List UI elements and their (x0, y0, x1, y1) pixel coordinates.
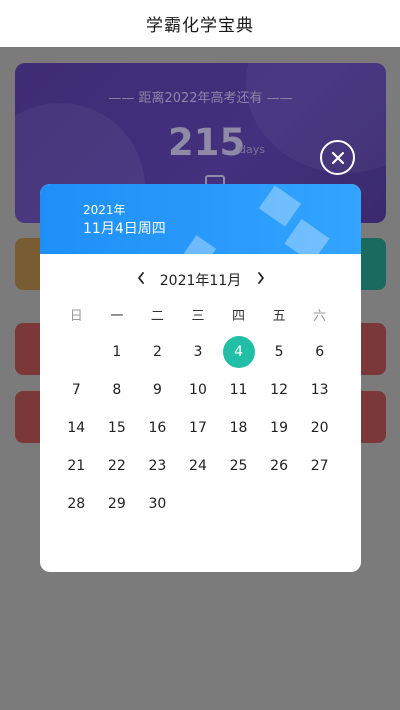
month-label: 2021年11月 (159, 273, 242, 289)
month-navigation: 2021年11月 (40, 268, 361, 290)
chevron-right-icon (258, 272, 264, 284)
day-number: 28 (67, 496, 86, 512)
decor-square (284, 218, 330, 254)
day-cell[interactable]: 18 (218, 409, 259, 447)
chevron-left-icon (138, 272, 144, 284)
day-cell[interactable]: 15 (97, 409, 138, 447)
day-cell[interactable]: 2 (137, 333, 178, 371)
empty-cell (259, 485, 300, 523)
day-cell[interactable]: 29 (97, 485, 138, 523)
day-cell[interactable]: 21 (56, 447, 97, 485)
day-cell[interactable]: 27 (299, 447, 340, 485)
countdown-days-value: 215 (168, 121, 246, 164)
day-number: 3 (193, 344, 203, 360)
calendar-grid: 1 2 3 4 5 6 7 8 9 10 11 12 13 14 15 16 17 18 19 20 21 22 23 24 2… (56, 333, 340, 523)
day-number: 12 (270, 382, 288, 398)
countdown-days-unit: days (239, 143, 265, 156)
next-month-button[interactable] (253, 269, 269, 287)
day-number: 1 (112, 344, 122, 360)
weekday-label: 四 (232, 309, 246, 324)
day-cell[interactable]: 24 (178, 447, 219, 485)
day-cell[interactable]: 30 (137, 485, 178, 523)
day-number: 20 (310, 420, 329, 436)
prev-month-button[interactable] (133, 269, 149, 287)
day-number: 5 (274, 344, 284, 360)
day-number: 14 (67, 420, 86, 436)
decor-square (258, 185, 302, 227)
weekday-label: 五 (272, 309, 286, 324)
empty-cell (299, 485, 340, 523)
dialog-header: 2021年 11月4日周四 (40, 184, 361, 254)
day-number: 13 (310, 382, 329, 398)
empty-cell (178, 485, 219, 523)
day-cell[interactable]: 14 (56, 409, 97, 447)
day-number: 29 (107, 496, 126, 512)
weekday-label: 日 (69, 309, 83, 324)
day-cell[interactable]: 19 (259, 409, 300, 447)
weekday-label: 六 (313, 309, 327, 324)
day-number: 7 (71, 382, 81, 398)
day-cell[interactable]: 17 (178, 409, 219, 447)
day-number: 16 (148, 420, 167, 436)
day-cell[interactable]: 1 (97, 333, 138, 371)
empty-cell (218, 485, 259, 523)
day-cell[interactable]: 9 (137, 371, 178, 409)
day-cell[interactable]: 22 (97, 447, 138, 485)
day-cell[interactable]: 16 (137, 409, 178, 447)
day-cell[interactable]: 3 (178, 333, 219, 371)
day-number: 24 (189, 458, 207, 474)
day-cell[interactable]: 28 (56, 485, 97, 523)
day-cell[interactable]: 5 (259, 333, 300, 371)
day-number: 11 (229, 382, 248, 398)
day-number: 10 (189, 382, 207, 398)
day-number: 9 (152, 382, 162, 398)
day-cell[interactable]: 20 (299, 409, 340, 447)
countdown-caption: —— 距离2022年高考还有 —— (108, 91, 293, 106)
day-number: 8 (112, 382, 122, 398)
day-cell[interactable]: 8 (97, 371, 138, 409)
date-picker-dialog: 2021年 11月4日周四 2021年11月 日一二三四五六 123456789… (40, 184, 361, 572)
decor-square (183, 235, 217, 254)
day-number: 23 (148, 458, 167, 474)
day-number: 4 (222, 336, 255, 368)
weekday-label: 一 (110, 309, 124, 324)
day-cell[interactable]: 7 (56, 371, 97, 409)
close-icon (331, 151, 344, 164)
day-number: 18 (229, 420, 248, 436)
day-number: 26 (270, 458, 288, 474)
day-cell[interactable]: 4 (218, 333, 259, 371)
day-cell[interactable]: 12 (259, 371, 300, 409)
day-cell[interactable]: 6 (299, 333, 340, 371)
app-header: 学霸化学宝典 (0, 0, 400, 47)
weekday-header: 日一二三四五六 (56, 305, 340, 325)
empty-cell (56, 333, 97, 371)
weekday-label: 二 (150, 309, 164, 324)
day-number: 17 (189, 420, 207, 436)
day-number: 22 (107, 458, 126, 474)
day-number: 27 (310, 458, 329, 474)
day-cell[interactable]: 10 (178, 371, 219, 409)
page-title: 学霸化学宝典 (146, 16, 254, 36)
day-cell[interactable]: 13 (299, 371, 340, 409)
day-number: 19 (270, 420, 288, 436)
day-number: 6 (315, 344, 325, 360)
day-number: 30 (148, 496, 167, 512)
day-cell[interactable]: 11 (218, 371, 259, 409)
day-number: 2 (152, 344, 162, 360)
day-number: 21 (67, 458, 86, 474)
decor-blob (246, 63, 386, 173)
selected-date: 11月4日周四 (83, 221, 166, 237)
day-number: 15 (107, 420, 126, 436)
day-number: 25 (229, 458, 248, 474)
day-cell[interactable]: 26 (259, 447, 300, 485)
day-cell[interactable]: 25 (218, 447, 259, 485)
close-button[interactable] (320, 140, 355, 175)
weekday-label: 三 (191, 309, 205, 324)
selected-year: 2021年 (83, 203, 126, 217)
day-cell[interactable]: 23 (137, 447, 178, 485)
